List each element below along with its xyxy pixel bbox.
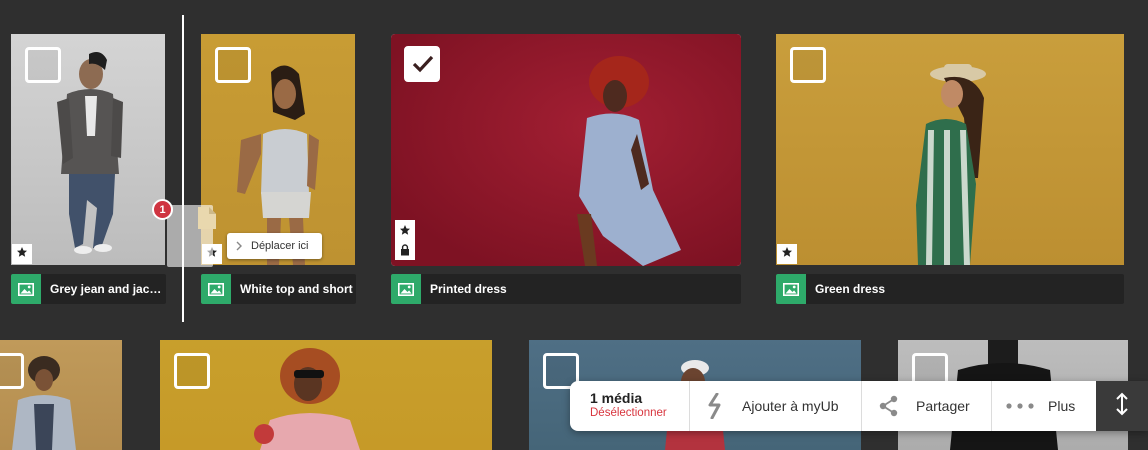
image-type-icon bbox=[391, 274, 421, 304]
document-icon bbox=[198, 207, 216, 229]
star-icon bbox=[16, 245, 28, 263]
deselect-link[interactable]: Désélectionner bbox=[590, 407, 689, 419]
select-checkbox[interactable] bbox=[25, 47, 61, 83]
select-checkbox[interactable] bbox=[0, 353, 24, 389]
chevron-right-icon bbox=[227, 241, 251, 251]
photo-green-dress bbox=[776, 34, 1124, 265]
media-thumbnail[interactable] bbox=[391, 34, 741, 266]
lock-icon bbox=[400, 240, 410, 260]
more-label: Plus bbox=[1048, 398, 1076, 414]
expand-collapse-button[interactable] bbox=[1096, 381, 1148, 431]
selection-count: 1 média Désélectionner bbox=[570, 381, 690, 431]
image-type-icon bbox=[11, 274, 41, 304]
selection-action-bar: 1 média Désélectionner Ajouter à myUb Pa… bbox=[570, 381, 1148, 431]
media-title: Green dress bbox=[815, 282, 886, 296]
tooltip-text: Déplacer ici bbox=[251, 240, 309, 252]
media-thumbnail[interactable] bbox=[201, 34, 355, 265]
favorite-badge bbox=[12, 244, 32, 264]
add-to-myub-label: Ajouter à myUb bbox=[742, 398, 839, 414]
more-button[interactable]: Plus bbox=[992, 381, 1096, 431]
select-checkbox-checked[interactable] bbox=[404, 46, 440, 82]
media-title: Grey jean and jac… bbox=[50, 282, 162, 296]
favorite-badge bbox=[777, 244, 797, 264]
media-thumbnail[interactable] bbox=[160, 340, 492, 450]
media-caption[interactable]: Printed dress bbox=[391, 274, 741, 304]
star-icon bbox=[399, 220, 411, 240]
select-checkbox[interactable] bbox=[215, 47, 251, 83]
media-caption[interactable]: Green dress bbox=[776, 274, 1124, 304]
star-icon bbox=[781, 245, 793, 263]
share-label: Partager bbox=[916, 398, 970, 414]
drop-indicator-line bbox=[182, 15, 184, 322]
myub-logo-icon bbox=[690, 393, 742, 419]
share-icon bbox=[862, 395, 916, 417]
select-checkbox[interactable] bbox=[790, 47, 826, 83]
status-badges bbox=[395, 220, 415, 260]
media-title: Printed dress bbox=[430, 282, 507, 296]
media-caption[interactable]: Grey jean and jac… bbox=[11, 274, 166, 304]
media-thumbnail[interactable] bbox=[776, 34, 1124, 265]
image-type-icon bbox=[201, 274, 231, 304]
image-type-icon bbox=[776, 274, 806, 304]
vertical-arrows-icon bbox=[1115, 392, 1129, 421]
add-to-myub-button[interactable]: Ajouter à myUb bbox=[690, 381, 862, 431]
media-caption[interactable]: White top and short bbox=[201, 274, 356, 304]
more-dots-icon bbox=[992, 403, 1048, 409]
drag-count-badge: 1 bbox=[152, 199, 173, 220]
media-thumbnail[interactable] bbox=[0, 340, 122, 450]
move-here-tooltip: Déplacer ici bbox=[227, 233, 322, 259]
media-thumbnail[interactable] bbox=[11, 34, 165, 265]
share-button[interactable]: Partager bbox=[862, 381, 992, 431]
checkmark-icon bbox=[412, 55, 434, 73]
select-checkbox[interactable] bbox=[174, 353, 210, 389]
photo-printed-dress bbox=[391, 34, 741, 266]
selection-count-label: 1 média bbox=[590, 390, 643, 406]
media-title: White top and short bbox=[240, 282, 353, 296]
